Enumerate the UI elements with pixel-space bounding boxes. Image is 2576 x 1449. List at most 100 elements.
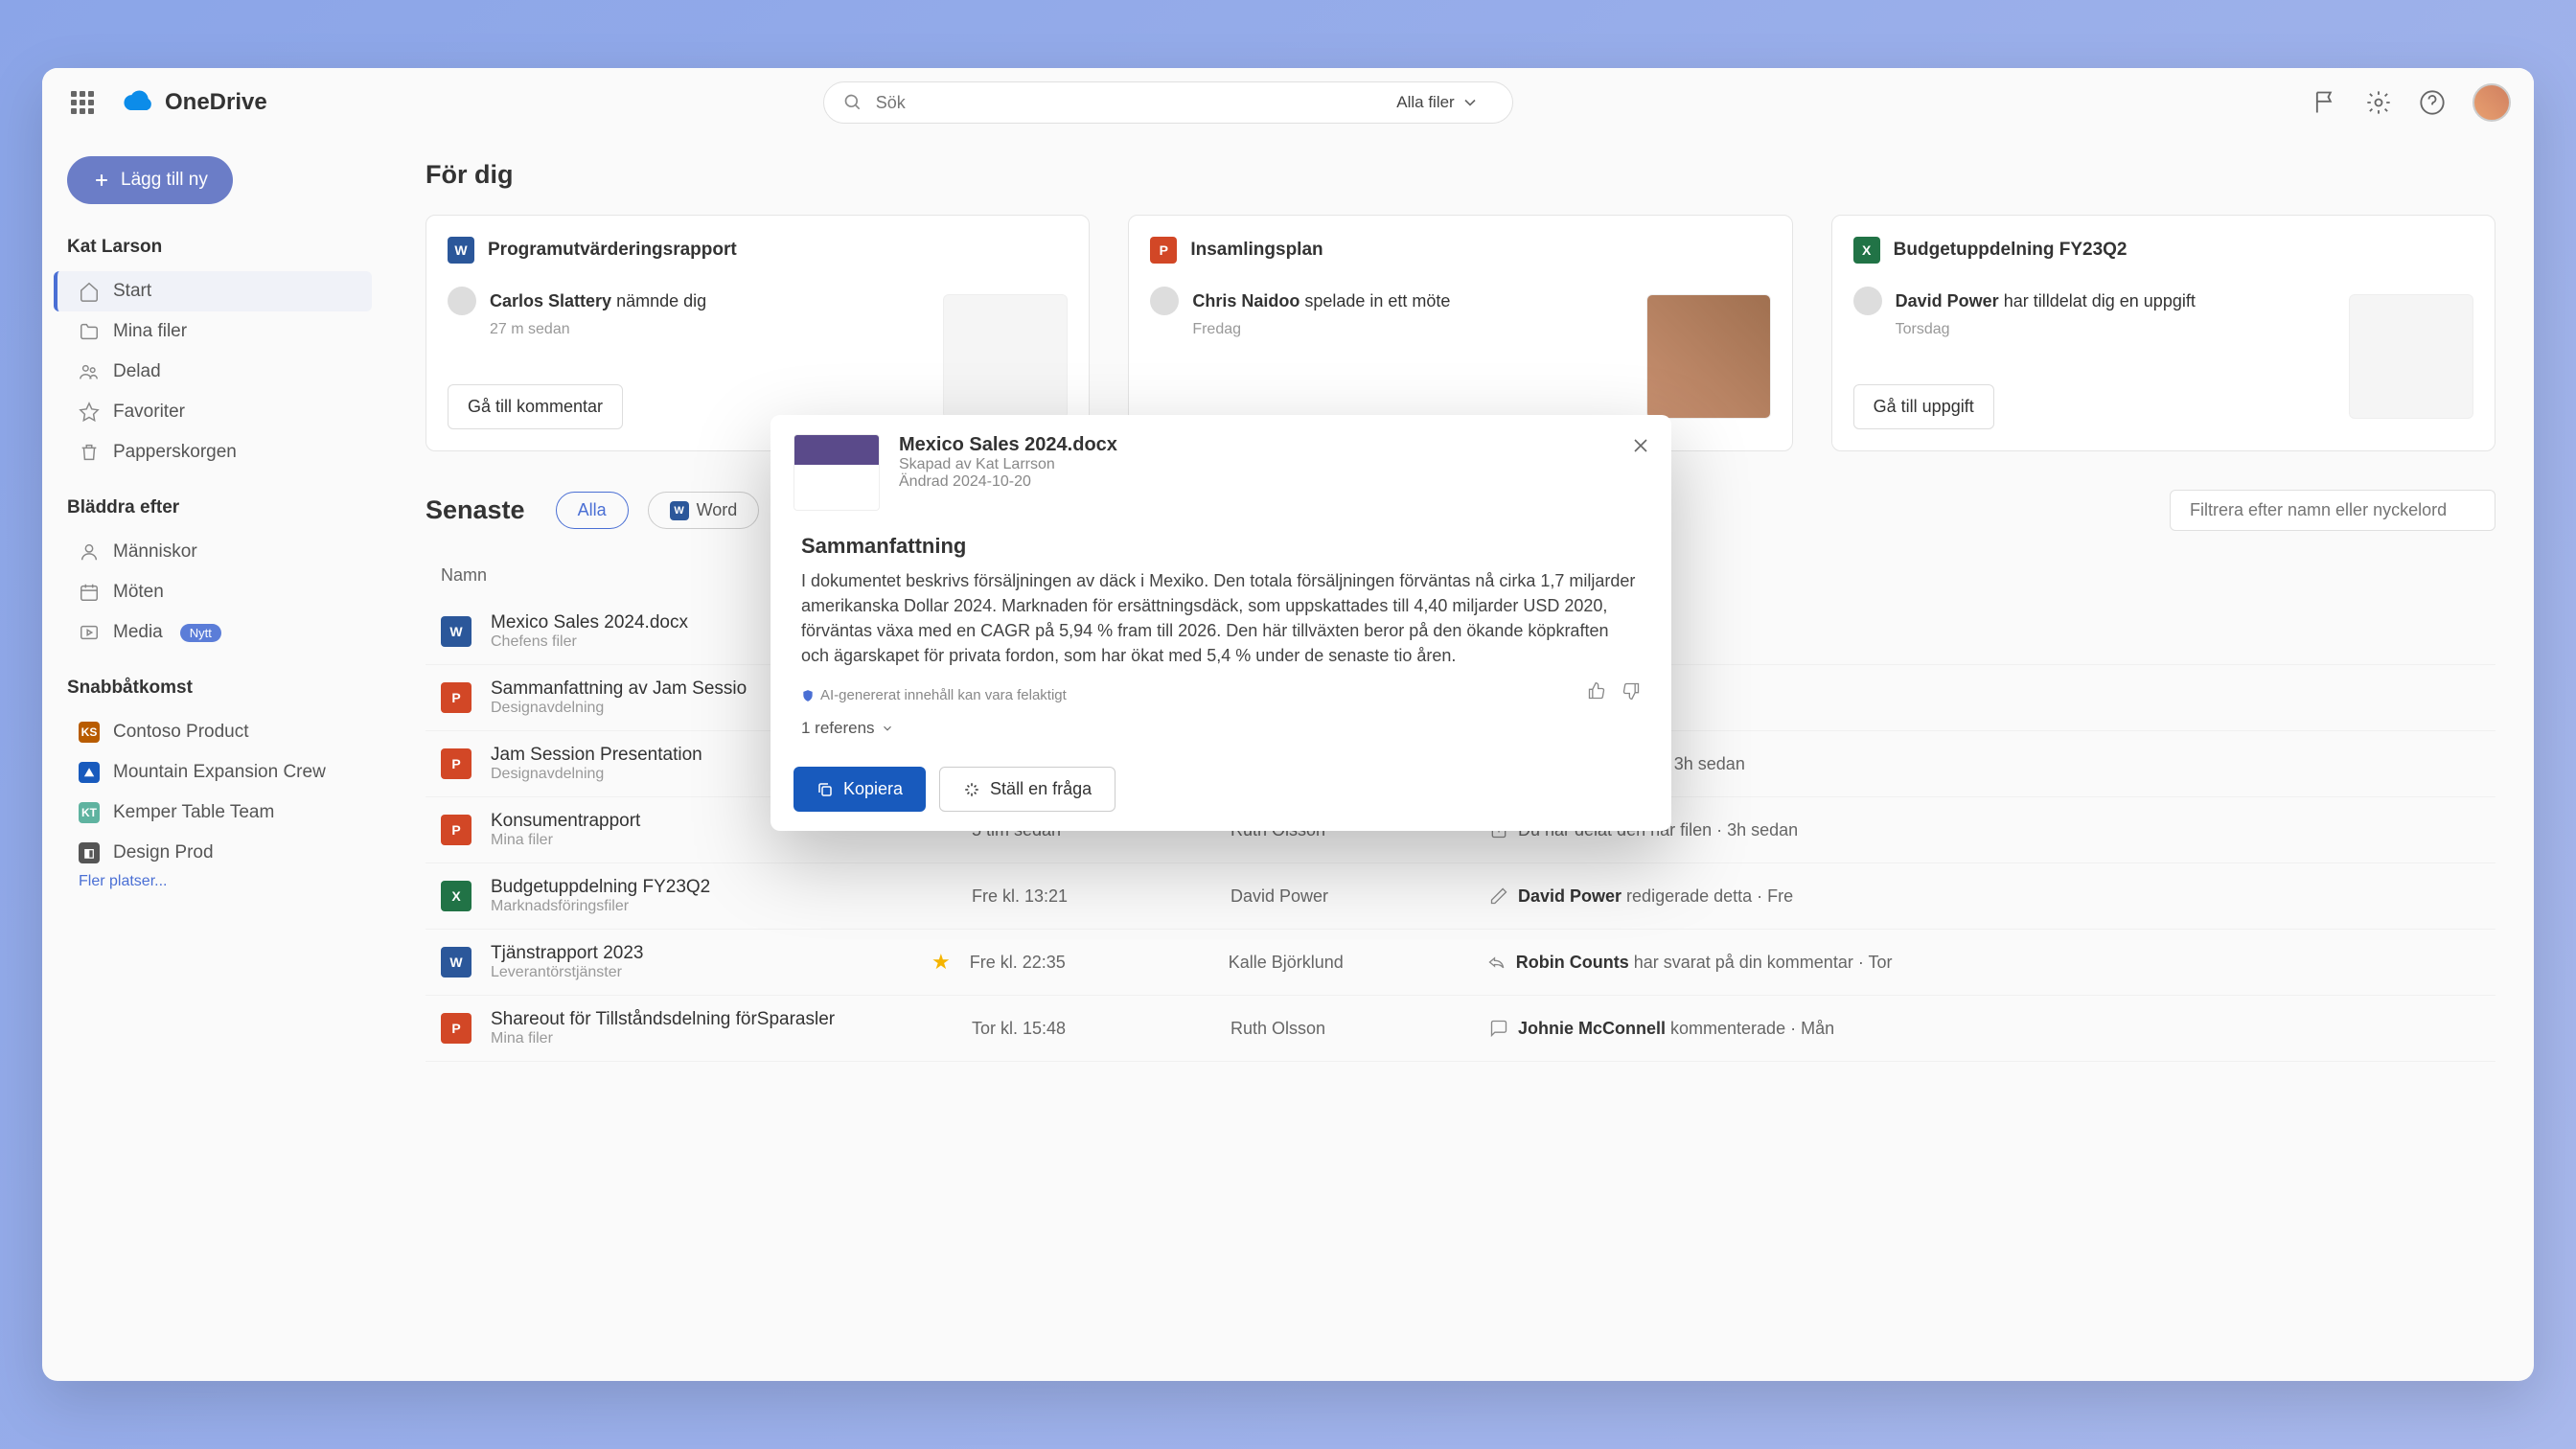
favorite-star-icon[interactable]: ★: [932, 950, 951, 975]
person-avatar: [1853, 287, 1882, 315]
file-row[interactable]: W Tjänstrapport 2023Leverantörstjänster …: [426, 930, 2496, 996]
file-location: Mina filer: [491, 1030, 932, 1047]
browse-title: Bläddra efter: [67, 497, 372, 518]
card-thumbnail: [943, 294, 1068, 419]
doc-type-icon: P: [1150, 237, 1177, 264]
popup-thumbnail: [794, 434, 880, 511]
new-badge: Nytt: [180, 624, 221, 642]
search-scope-dropdown[interactable]: Alla filer: [1396, 93, 1492, 112]
thumbs-down-icon[interactable]: [1622, 681, 1641, 701]
doc-type-icon: W: [448, 237, 474, 264]
site-icon: KT: [79, 802, 100, 823]
filter-pill-word[interactable]: WWord: [648, 492, 760, 529]
comment-icon: [1489, 1019, 1508, 1038]
file-owner: Ruth Olsson: [1230, 1019, 1489, 1039]
file-activity: Johnie McConnell kommenterade · Mån: [1489, 1019, 2480, 1039]
quickaccess-title: Snabbåtkomst: [67, 678, 372, 699]
nav-favorites[interactable]: Favoriter: [67, 392, 372, 432]
nav-start[interactable]: Start: [54, 271, 372, 311]
popup-file-title: Mexico Sales 2024.docx: [899, 434, 1117, 456]
copy-button[interactable]: Kopiera: [794, 767, 926, 812]
doc-type-icon: W: [441, 616, 472, 647]
app-launcher[interactable]: [65, 85, 100, 120]
shield-icon: [801, 689, 815, 702]
trash-icon: [79, 442, 100, 463]
popup-created: Skapad av Kat Larrson: [899, 456, 1117, 473]
card-activity: Carlos Slattery nämnde dig: [490, 291, 706, 311]
for-you-card[interactable]: XBudgetuppdelning FY23Q2 David Power har…: [1831, 215, 2496, 451]
folder-icon: [79, 321, 100, 342]
ask-question-button[interactable]: Ställ en fråga: [939, 767, 1116, 812]
nav-shared[interactable]: Delad: [67, 352, 372, 392]
file-name: Budgetuppdelning FY23Q2: [491, 877, 932, 898]
file-summary-popup: Mexico Sales 2024.docx Skapad av Kat Lar…: [770, 415, 1671, 831]
search-box[interactable]: Alla filer: [823, 81, 1513, 124]
file-time: Fre kl. 22:35: [970, 953, 1229, 973]
quickaccess-item[interactable]: KT Kemper Table Team: [67, 793, 372, 833]
card-title: Programutvärderingsrapport: [488, 240, 737, 261]
calendar-icon: [79, 582, 100, 603]
reply-icon: [1487, 953, 1506, 972]
people-icon: [79, 361, 100, 382]
quickaccess-label: Kemper Table Team: [113, 802, 274, 823]
popup-modified: Ändrad 2024-10-20: [899, 473, 1117, 491]
plus-icon: [92, 171, 111, 190]
search-icon: [843, 93, 862, 112]
edit-icon: [1489, 886, 1508, 906]
topbar-actions: [2312, 83, 2511, 122]
doc-type-icon: P: [441, 815, 472, 845]
site-icon: KS: [79, 722, 100, 743]
quickaccess-label: Design Prod: [113, 842, 214, 863]
media-icon: [79, 622, 100, 643]
doc-type-icon: P: [441, 682, 472, 713]
settings-icon[interactable]: [2365, 89, 2392, 116]
doc-type-icon: W: [441, 947, 472, 978]
card-action-button[interactable]: Gå till uppgift: [1853, 384, 1994, 429]
thumbs-up-icon[interactable]: [1587, 681, 1606, 701]
more-places-link[interactable]: Fler platser...: [67, 873, 372, 890]
file-row[interactable]: P Shareout för Tillståndsdelning förSpar…: [426, 996, 2496, 1062]
main-content: För dig WProgramutvärderingsrapport Carl…: [387, 137, 2534, 1381]
person-avatar: [448, 287, 476, 315]
file-row[interactable]: X Budgetuppdelning FY23Q2Marknadsförings…: [426, 863, 2496, 930]
quickaccess-item[interactable]: ◧Design Prod: [67, 833, 372, 873]
doc-type-icon: X: [1853, 237, 1880, 264]
quickaccess-item[interactable]: ⛰ Mountain Expansion Crew: [67, 752, 372, 793]
file-time: Tor kl. 15:48: [972, 1019, 1230, 1039]
file-time: Fre kl. 13:21: [972, 886, 1230, 907]
onedrive-logo-icon: [123, 87, 153, 118]
file-name: Shareout för Tillståndsdelning förSparas…: [491, 1009, 932, 1030]
file-activity: David Power redigerade detta · Fre: [1489, 886, 2480, 907]
sparkle-icon: [963, 781, 980, 798]
nav-trash[interactable]: Papperskorgen: [67, 432, 372, 472]
file-location: Leverantörstjänster: [491, 964, 932, 981]
doc-type-icon: X: [441, 881, 472, 911]
card-action-button[interactable]: Gå till kommentar: [448, 384, 623, 429]
brand-name: OneDrive: [165, 89, 267, 116]
references-toggle[interactable]: 1 referens: [801, 719, 1641, 738]
card-title: Insamlingsplan: [1190, 240, 1322, 261]
filter-pill-all[interactable]: Alla: [556, 492, 629, 529]
close-icon[interactable]: [1629, 434, 1652, 457]
quickaccess-label: Mountain Expansion Crew: [113, 762, 326, 783]
help-icon[interactable]: [2419, 89, 2446, 116]
home-icon: [79, 281, 100, 302]
person-avatar: [1150, 287, 1179, 315]
add-new-button[interactable]: Lägg till ny: [67, 156, 233, 204]
card-activity: David Power har tilldelat dig en uppgift: [1896, 291, 2196, 311]
user-avatar[interactable]: [2472, 83, 2511, 122]
browse-people[interactable]: Människor: [67, 532, 372, 572]
chevron-down-icon: [1460, 93, 1480, 112]
file-activity: Robin Counts har svarat på din kommentar…: [1487, 953, 2480, 973]
browse-media[interactable]: MediaNytt: [67, 612, 372, 653]
ai-disclaimer: AI-genererat innehåll kan vara felaktigt: [801, 687, 1067, 703]
site-icon: ⛰: [79, 762, 100, 783]
filter-input[interactable]: [2170, 490, 2496, 531]
nav-my-files[interactable]: Mina filer: [67, 311, 372, 352]
search-input[interactable]: [876, 93, 1397, 113]
flag-icon[interactable]: [2312, 89, 2338, 116]
quickaccess-item[interactable]: KSContoso Product: [67, 712, 372, 752]
browse-meetings[interactable]: Möten: [67, 572, 372, 612]
star-icon: [79, 402, 100, 423]
main-body: Lägg till ny Kat Larson Start Mina filer…: [42, 137, 2534, 1381]
